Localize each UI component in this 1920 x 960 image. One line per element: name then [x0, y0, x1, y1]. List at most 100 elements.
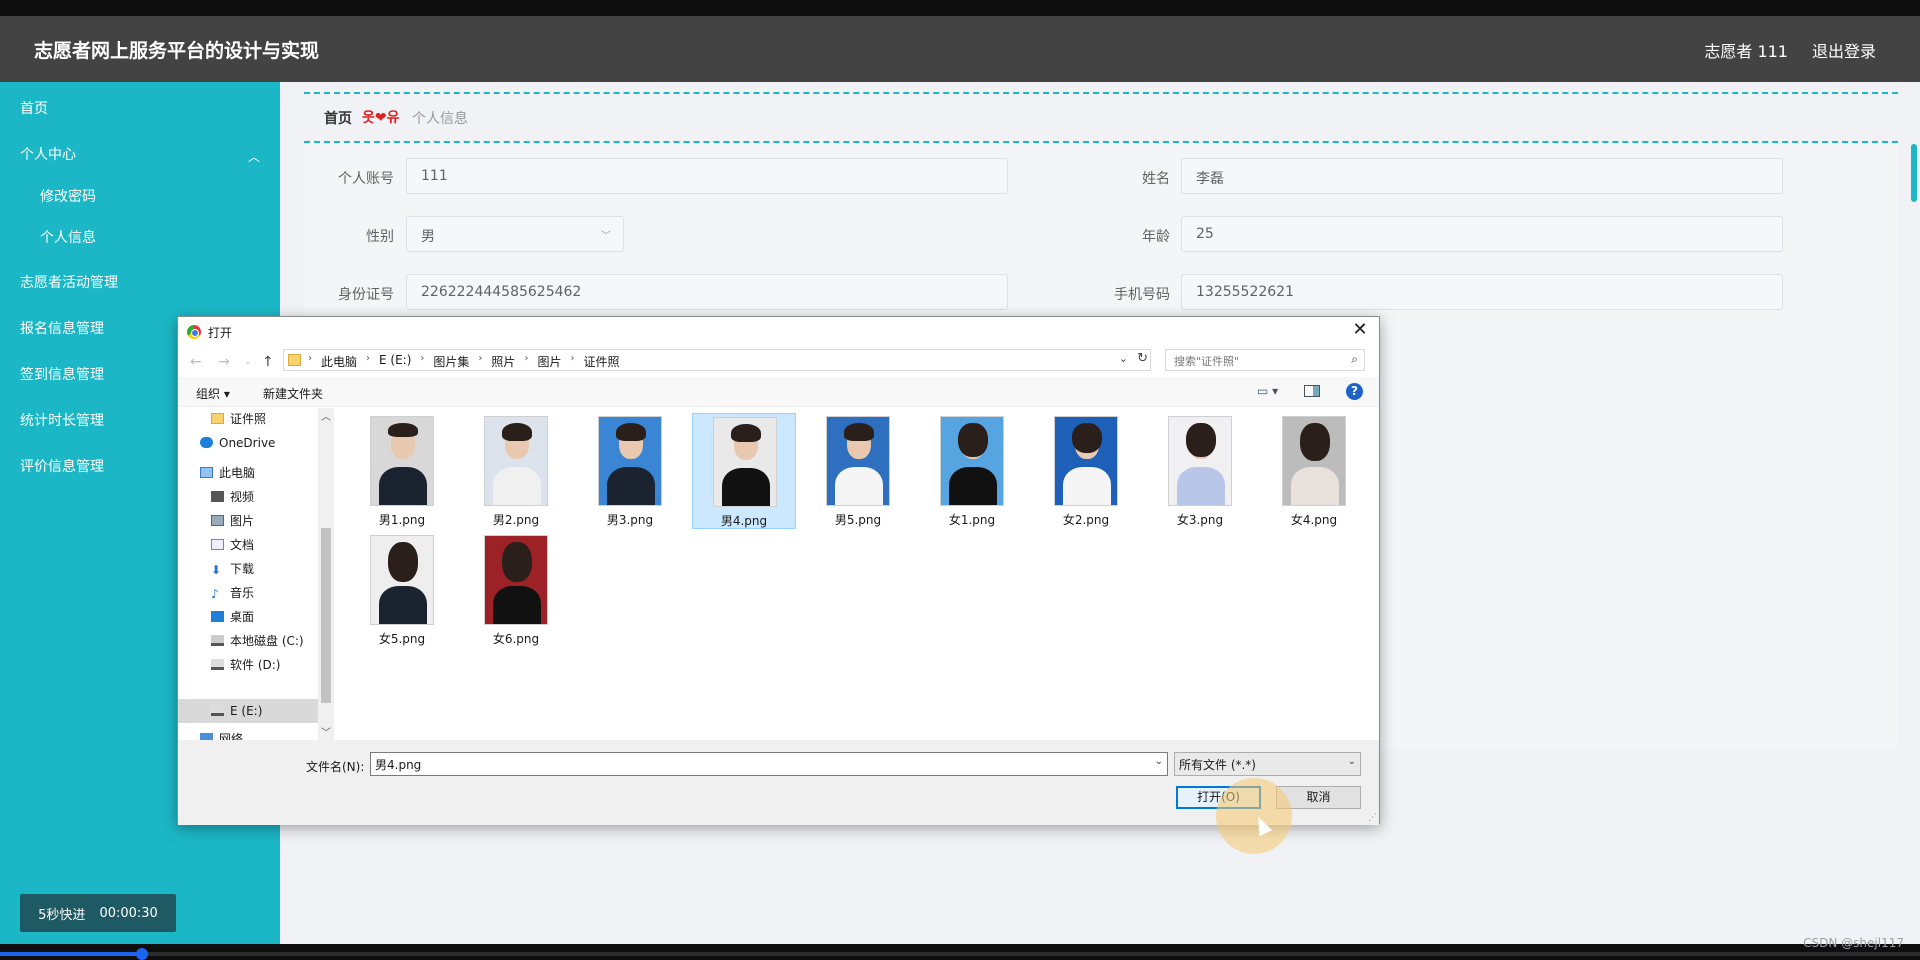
sidebar-item-duration-management[interactable]: 统计时长管理 — [20, 410, 104, 430]
drive-icon — [211, 635, 224, 646]
file-item-selected[interactable]: 男4.png — [692, 413, 796, 529]
nav-item-drive-e[interactable]: E (E:) — [211, 704, 262, 718]
file-item[interactable]: 男3.png — [578, 413, 682, 529]
nav-item-documents[interactable]: 文档 — [211, 536, 254, 553]
nav-item-this-pc[interactable]: 此电脑 — [200, 464, 255, 481]
path-segment[interactable]: 图片集 — [426, 353, 476, 370]
nav-item-videos[interactable]: 视频 — [211, 488, 254, 505]
search-input[interactable]: 搜索"证件照" ⌕ — [1165, 349, 1365, 371]
forward-arrow-icon[interactable]: → — [218, 354, 230, 370]
sidebar-item-checkin-management[interactable]: 签到信息管理 — [20, 364, 104, 384]
nav-item-drive-d[interactable]: 软件 (D:) — [211, 656, 280, 673]
nav-item-desktop[interactable]: 桌面 — [211, 608, 254, 625]
chevron-down-icon[interactable]: ⌄ — [1155, 756, 1163, 767]
folder-icon — [211, 413, 224, 424]
search-icon: ⌕ — [1351, 352, 1358, 366]
chevron-down-icon[interactable]: ⌄ — [1348, 756, 1356, 767]
nav-item-pictures[interactable]: 图片 — [211, 512, 254, 529]
view-options-icon[interactable]: ▭ ▾ — [1257, 384, 1278, 398]
filetype-select[interactable]: 所有文件 (*.*) ⌄ — [1174, 752, 1361, 776]
address-dropdown-icon[interactable]: ⌄ — [1119, 352, 1128, 365]
account-field[interactable]: 111 — [406, 158, 1008, 194]
refresh-icon[interactable]: ↻ — [1137, 351, 1148, 366]
file-name: 女4.png — [1290, 513, 1338, 527]
file-item[interactable]: 女4.png — [1262, 413, 1366, 529]
file-name: 男2.png — [492, 513, 540, 527]
back-arrow-icon[interactable]: ← — [190, 354, 202, 370]
nav-item-onedrive[interactable]: OneDrive — [200, 436, 275, 450]
nav-item-downloads[interactable]: ⬇ 下载 — [211, 560, 254, 577]
path-segment[interactable]: 此电脑 — [314, 353, 364, 370]
breadcrumb: 首页 옷❤유 个人信息 — [304, 92, 1898, 143]
sidebar-item-personal-info[interactable]: 个人信息 — [40, 227, 96, 247]
search-placeholder: 搜索"证件照" — [1174, 355, 1240, 368]
progress-fill — [0, 952, 143, 956]
name-field[interactable]: 李磊 — [1181, 158, 1783, 194]
dialog-title: 打开 — [208, 326, 233, 340]
path-segment[interactable]: E (E:) — [372, 353, 418, 370]
id-number-label: 身份证号 — [338, 287, 394, 303]
page-scrollbar[interactable] — [1911, 144, 1917, 202]
sidebar-item-home[interactable]: 首页 — [20, 98, 48, 118]
path-separator-icon: › — [420, 353, 425, 364]
nav-item-id-photos[interactable]: 证件照 — [211, 410, 266, 427]
up-arrow-icon[interactable]: ↑ — [262, 354, 274, 370]
resize-grip-icon[interactable]: ⋰ — [1368, 813, 1377, 823]
file-item[interactable]: 女2.png — [1034, 413, 1138, 529]
file-item[interactable]: 男5.png — [806, 413, 910, 529]
path-segment[interactable]: 图片 — [530, 353, 568, 370]
video-progress-bar[interactable] — [0, 948, 1920, 960]
photo-thumbnail — [484, 416, 548, 506]
gender-value: 男 — [421, 229, 435, 245]
photo-thumbnail — [484, 535, 548, 625]
sidebar-item-personal-center[interactable]: 个人中心 — [20, 144, 76, 164]
nav-scroll-thumb[interactable] — [321, 528, 331, 703]
nav-item-music[interactable]: ♪ 音乐 — [211, 584, 254, 601]
sidebar-item-change-password[interactable]: 修改密码 — [40, 186, 96, 206]
file-item[interactable]: 女1.png — [920, 413, 1024, 529]
help-icon[interactable]: ? — [1346, 383, 1363, 400]
document-icon — [211, 539, 224, 550]
chrome-icon — [187, 325, 201, 339]
file-item[interactable]: 男1.png — [350, 413, 454, 529]
sidebar-item-signup-management[interactable]: 报名信息管理 — [20, 318, 104, 338]
dialog-footer: 文件名(N): 男4.png ⌄ 所有文件 (*.*) ⌄ 打开(O) 取消 ⋰ — [178, 740, 1379, 825]
id-number-field[interactable]: 226222444585625462 — [406, 274, 1008, 310]
chevron-up-icon[interactable]: ︿ — [321, 408, 331, 423]
file-item[interactable]: 女6.png — [464, 532, 568, 648]
nav-item-drive-c[interactable]: 本地磁盘 (C:) — [211, 632, 304, 649]
fast-forward-button[interactable]: 5秒快进 00:00:30 — [20, 894, 176, 932]
file-item[interactable]: 男2.png — [464, 413, 568, 529]
preview-pane-icon[interactable] — [1304, 385, 1320, 397]
nav-scrollbar[interactable]: ︿ ﹀ — [318, 408, 334, 740]
computer-icon — [200, 467, 213, 478]
path-segment[interactable]: 证件照 — [576, 353, 626, 370]
sidebar-item-activity-management[interactable]: 志愿者活动管理 — [20, 272, 118, 292]
current-user[interactable]: 志愿者 111 — [1704, 38, 1788, 62]
progress-knob[interactable] — [136, 948, 148, 960]
address-bar[interactable]: › 此电脑 › E (E:) › 图片集 › 照片 › 图片 › 证件照 ⌄ ↻ — [283, 349, 1151, 371]
filename-input[interactable]: 男4.png ⌄ — [370, 752, 1168, 776]
path-breadcrumb: › 此电脑 › E (E:) › 图片集 › 照片 › 图片 › 证件照 — [306, 353, 626, 370]
path-segment[interactable]: 照片 — [484, 353, 522, 370]
file-name: 女1.png — [948, 513, 996, 527]
drive-icon — [211, 659, 224, 670]
chevron-up-icon[interactable]: ︿ — [248, 148, 260, 165]
photo-thumbnail — [940, 416, 1004, 506]
close-icon[interactable]: ✕ — [1347, 319, 1373, 343]
file-item[interactable]: 女3.png — [1148, 413, 1252, 529]
filetype-value: 所有文件 (*.*) — [1179, 758, 1256, 772]
gender-select[interactable]: 男 ﹀ — [406, 216, 624, 252]
file-item[interactable]: 女5.png — [350, 532, 454, 648]
phone-field[interactable]: 13255522621 — [1181, 274, 1783, 310]
organize-button[interactable]: 组织 ▾ — [196, 385, 230, 402]
chevron-down-icon[interactable]: ﹀ — [321, 724, 331, 739]
age-field[interactable]: 25 — [1181, 216, 1783, 252]
breadcrumb-home[interactable]: 首页 — [324, 108, 352, 128]
recent-dropdown-icon[interactable]: ⌄ — [244, 357, 252, 367]
name-label: 姓名 — [1142, 171, 1170, 187]
chevron-down-icon: ﹀ — [601, 231, 611, 242]
logout-link[interactable]: 退出登录 — [1812, 38, 1876, 62]
new-folder-button[interactable]: 新建文件夹 — [263, 385, 323, 402]
sidebar-item-review-management[interactable]: 评价信息管理 — [20, 456, 104, 476]
